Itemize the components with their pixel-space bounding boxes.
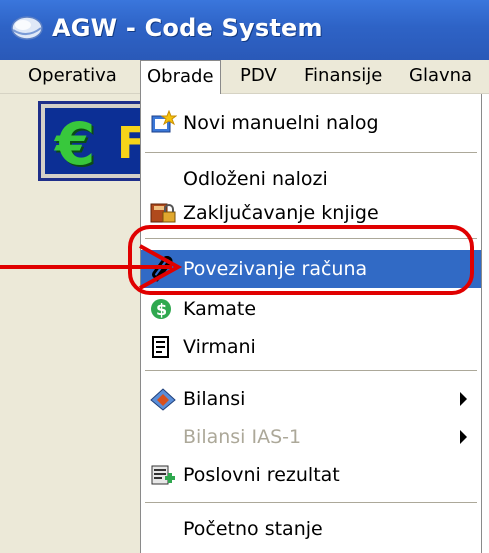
app-globe-icon (11, 16, 43, 40)
menu-operativa[interactable]: Operativa (22, 60, 123, 94)
window-titlebar: AGW - Code System (0, 0, 489, 60)
new-document-icon (151, 110, 177, 133)
menu-item-odlozeni-nalozi[interactable]: Odloženi nalozi (141, 160, 481, 198)
menu-obrade[interactable]: Obrade (140, 60, 221, 95)
dollar-icon: $ (151, 299, 171, 319)
menu-separator (145, 502, 477, 503)
menu-item-kamate[interactable]: $ Kamate (141, 290, 481, 328)
menu-item-virmani[interactable]: Virmani (141, 328, 481, 366)
balance-icon (150, 388, 176, 411)
menu-item-bilansi[interactable]: Bilansi (141, 380, 481, 418)
menu-pdv[interactable]: PDV (234, 60, 283, 94)
menu-item-pocetno-stanje[interactable]: Početno stanje (141, 510, 481, 548)
euro-icon: € F (45, 108, 147, 178)
menu-glavna[interactable]: Glavna (403, 60, 478, 94)
document-icon (152, 336, 169, 358)
toolbar-area: € F (0, 94, 148, 553)
obrade-dropdown-menu: Novi manuelni nalog Odloženi nalozi Zakl… (140, 94, 482, 553)
menu-separator (145, 370, 477, 371)
window-title: AGW - Code System (52, 14, 323, 42)
menu-item-novi-manuelni-nalog[interactable]: Novi manuelni nalog (141, 104, 481, 142)
red-pointer-arrow-icon (0, 244, 183, 290)
menu-item-bilansi-ias-1[interactable]: Bilansi IAS-1 (141, 418, 481, 456)
report-icon (151, 465, 175, 485)
menu-finansije[interactable]: Finansije (298, 60, 388, 94)
menu-separator (145, 152, 477, 153)
svg-text:$: $ (156, 300, 167, 319)
lock-book-icon (150, 203, 176, 223)
submenu-arrow-icon (460, 392, 467, 406)
menu-item-poslovni-rezultat[interactable]: Poslovni rezultat (141, 456, 481, 494)
finance-toolbar-button[interactable]: € F (38, 101, 148, 181)
submenu-arrow-icon (460, 430, 467, 444)
menu-bar: Operativa Obrade PDV Finansije Glavna (0, 60, 489, 95)
